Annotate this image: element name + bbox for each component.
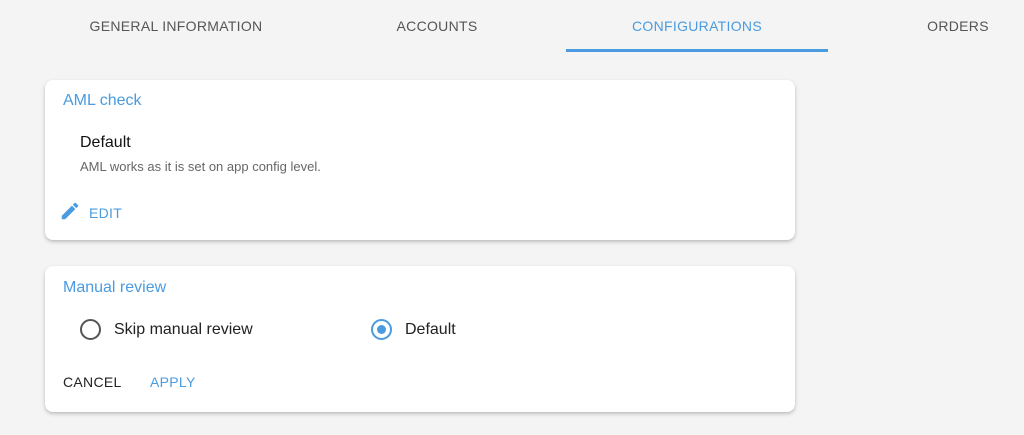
- aml-check-title: AML check: [63, 92, 142, 109]
- radio-checked-icon: [371, 319, 392, 340]
- tab-general-information[interactable]: GENERAL INFORMATION: [45, 0, 307, 52]
- manual-review-card: Manual review Skip manual review Default…: [45, 266, 795, 412]
- tab-orders[interactable]: ORDERS: [900, 0, 1016, 52]
- tab-configurations[interactable]: CONFIGURATIONS: [566, 0, 828, 52]
- manual-review-title: Manual review: [63, 279, 167, 296]
- aml-check-card: AML check Default AML works as it is set…: [45, 80, 795, 240]
- radio-unchecked-icon: [80, 319, 101, 340]
- tab-accounts[interactable]: ACCOUNTS: [306, 0, 568, 52]
- radio-skip-manual-review[interactable]: Skip manual review: [80, 319, 253, 340]
- cancel-button[interactable]: CANCEL: [63, 374, 122, 390]
- tab-bar: GENERAL INFORMATION ACCOUNTS CONFIGURATI…: [0, 0, 1024, 52]
- edit-button[interactable]: EDIT: [59, 200, 122, 226]
- radio-default[interactable]: Default: [371, 319, 456, 340]
- active-tab-indicator: [566, 49, 828, 52]
- edit-label: EDIT: [89, 205, 123, 221]
- pencil-icon: [59, 200, 81, 227]
- radio-label-skip: Skip manual review: [114, 320, 253, 338]
- aml-option-description: AML works as it is set on app config lev…: [80, 159, 321, 174]
- radio-label-default: Default: [405, 320, 456, 338]
- apply-button[interactable]: APPLY: [150, 374, 196, 390]
- aml-option-name: Default: [80, 134, 131, 151]
